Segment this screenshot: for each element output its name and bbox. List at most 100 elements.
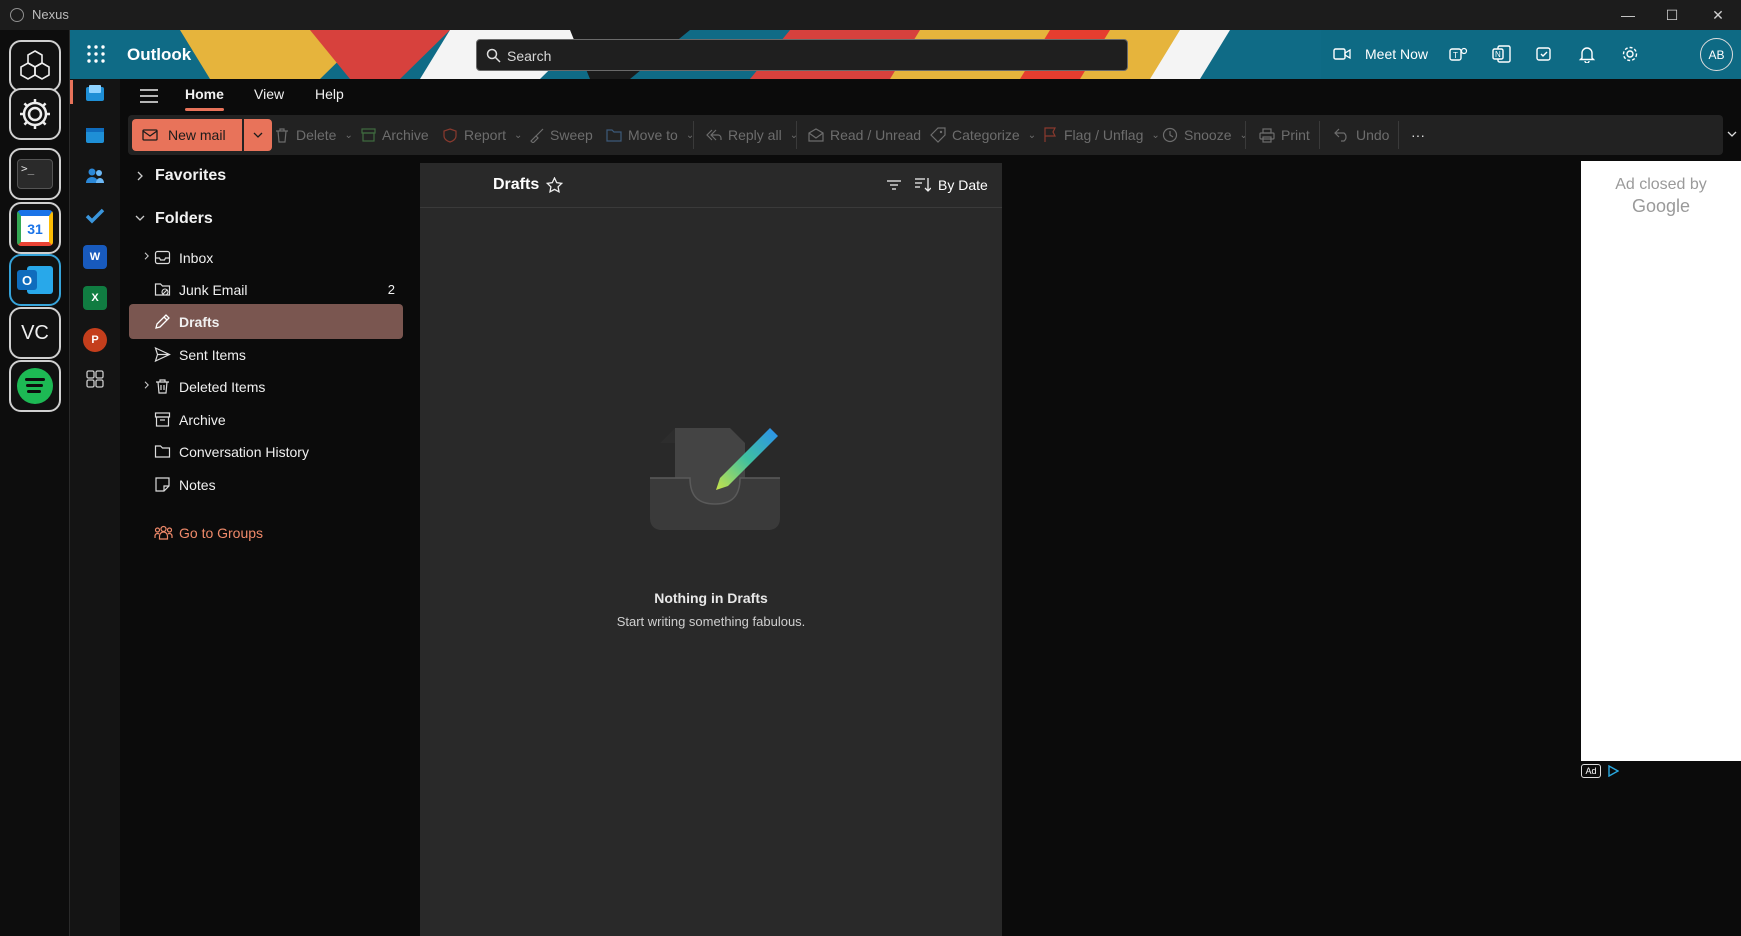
ad-panel: Ad closed by Google bbox=[1581, 161, 1741, 761]
junk-folder-icon bbox=[154, 283, 171, 296]
spotify-icon[interactable] bbox=[9, 360, 61, 412]
tab-help[interactable]: Help bbox=[315, 86, 344, 102]
app-launcher-waffle-icon[interactable] bbox=[86, 44, 106, 64]
read-unread-button[interactable]: Read / Unread bbox=[808, 123, 921, 147]
maximize-button[interactable]: ☐ bbox=[1649, 0, 1695, 30]
flag-unflag-label: Flag / Unflag bbox=[1064, 127, 1144, 143]
empty-state-subtitle: Start writing something fabulous. bbox=[616, 614, 806, 629]
chevron-down-icon bbox=[253, 132, 263, 138]
folder-deleted-items[interactable]: Deleted Items bbox=[129, 369, 403, 404]
user-avatar[interactable]: AB bbox=[1700, 38, 1733, 71]
pencil-icon bbox=[155, 314, 170, 329]
reply-all-button[interactable]: Reply all ⌄ bbox=[706, 123, 798, 147]
archive-icon bbox=[360, 127, 376, 143]
folders-header[interactable]: Folders bbox=[155, 210, 213, 228]
folder-move-icon bbox=[606, 127, 622, 143]
undo-button[interactable]: Undo bbox=[1334, 123, 1389, 147]
undo-label: Undo bbox=[1356, 127, 1390, 143]
rail-active-indicator bbox=[70, 80, 73, 104]
go-to-groups-link[interactable]: Go to Groups bbox=[129, 515, 403, 550]
terminal-icon[interactable]: >_ bbox=[9, 148, 61, 200]
shield-warning-icon bbox=[442, 127, 458, 143]
mail-icon[interactable] bbox=[83, 81, 107, 105]
notifications-bell-icon[interactable] bbox=[1578, 42, 1596, 66]
folder-notes[interactable]: Notes bbox=[129, 467, 403, 502]
window-title: Nexus bbox=[32, 7, 69, 22]
empty-drafts-illustration bbox=[650, 428, 780, 530]
tag-icon bbox=[930, 127, 946, 143]
calendar-icon[interactable] bbox=[83, 123, 107, 147]
settings-icon[interactable] bbox=[1621, 42, 1639, 66]
ribbon-divider bbox=[1319, 121, 1320, 149]
chevron-down-icon[interactable] bbox=[135, 215, 145, 222]
categorize-button[interactable]: Categorize ⌄ bbox=[930, 123, 1036, 147]
delete-button[interactable]: Delete ⌄ bbox=[274, 123, 353, 147]
folder-archive[interactable]: Archive bbox=[129, 402, 403, 437]
my-day-icon[interactable] bbox=[1535, 42, 1553, 66]
report-label: Report bbox=[464, 127, 507, 143]
powerpoint-icon[interactable]: P bbox=[83, 328, 107, 352]
trash-icon bbox=[274, 127, 290, 143]
new-mail-dropdown-button[interactable] bbox=[244, 119, 272, 151]
sort-by-date-button[interactable]: By Date bbox=[938, 177, 988, 193]
ribbon-divider bbox=[796, 121, 797, 149]
hexagon-app-icon[interactable] bbox=[9, 40, 61, 92]
flag-unflag-button[interactable]: Flag / Unflag ⌄ bbox=[1042, 123, 1160, 147]
tab-view[interactable]: View bbox=[254, 86, 284, 102]
reply-all-label: Reply all bbox=[728, 127, 782, 143]
word-icon[interactable]: W bbox=[83, 245, 107, 269]
video-camera-icon bbox=[1333, 48, 1351, 60]
more-options-button[interactable]: ··· bbox=[1411, 123, 1425, 147]
todo-check-icon[interactable] bbox=[83, 204, 107, 228]
onenote-icon[interactable]: N bbox=[1492, 42, 1512, 66]
new-mail-button[interactable]: New mail bbox=[132, 119, 242, 151]
inbox-icon bbox=[154, 250, 171, 265]
sweep-button[interactable]: Sweep bbox=[528, 123, 593, 147]
folder-sent-items[interactable]: Sent Items bbox=[129, 337, 403, 372]
folder-inbox[interactable]: Inbox bbox=[129, 240, 403, 275]
search-input[interactable]: Search bbox=[476, 39, 1128, 71]
unread-count-badge: 2 bbox=[387, 282, 395, 297]
send-icon bbox=[154, 346, 171, 363]
people-icon[interactable] bbox=[83, 164, 107, 188]
app-name[interactable]: Outlook bbox=[127, 45, 191, 65]
teams-icon[interactable]: T bbox=[1448, 42, 1468, 66]
meet-now-button[interactable]: Meet Now bbox=[1333, 42, 1428, 66]
ad-badge[interactable]: Ad bbox=[1581, 764, 1601, 778]
outlook-app-icon[interactable]: O bbox=[9, 254, 61, 306]
close-window-button[interactable]: ✕ bbox=[1695, 0, 1741, 30]
message-list-header: Drafts By Date bbox=[420, 163, 1002, 208]
move-to-button[interactable]: Move to ⌄ bbox=[606, 123, 694, 147]
favorite-star-icon[interactable] bbox=[546, 177, 563, 193]
folder-title: Drafts bbox=[493, 176, 540, 193]
minimize-button[interactable]: — bbox=[1605, 0, 1651, 30]
archive-button[interactable]: Archive bbox=[360, 123, 429, 147]
tab-home-underline bbox=[185, 108, 224, 111]
archive-icon bbox=[154, 412, 171, 427]
sweep-label: Sweep bbox=[550, 127, 593, 143]
sort-icon[interactable] bbox=[915, 177, 931, 193]
excel-icon[interactable]: X bbox=[83, 286, 107, 310]
chevron-right-icon[interactable] bbox=[143, 381, 151, 389]
chevron-right-icon[interactable] bbox=[137, 171, 144, 181]
ribbon-toolbar: New mail Delete ⌄ Archive Report ⌄ Sweep M… bbox=[128, 115, 1723, 155]
snooze-button[interactable]: Snooze ⌄ bbox=[1162, 123, 1248, 147]
chevron-right-icon[interactable] bbox=[143, 252, 151, 260]
folder-conversation-history[interactable]: Conversation History bbox=[129, 434, 403, 469]
hamburger-menu-icon[interactable] bbox=[140, 89, 158, 103]
adchoices-icon[interactable] bbox=[1607, 765, 1619, 777]
tab-home[interactable]: Home bbox=[185, 86, 224, 102]
report-button[interactable]: Report ⌄ bbox=[442, 123, 522, 147]
more-apps-icon[interactable] bbox=[83, 367, 107, 391]
settings-gear-icon[interactable] bbox=[9, 88, 61, 140]
folder-drafts[interactable]: Drafts bbox=[129, 304, 403, 339]
google-calendar-icon[interactable]: 31 bbox=[9, 202, 61, 254]
folder-junk-email[interactable]: Junk Email 2 bbox=[129, 272, 403, 307]
outlook-header: Outlook Search Meet Now T N AB bbox=[70, 30, 1741, 79]
favorites-header[interactable]: Favorites bbox=[155, 167, 226, 185]
print-button[interactable]: Print bbox=[1259, 123, 1310, 147]
ribbon-expand-chevron-icon[interactable] bbox=[1727, 131, 1737, 138]
vc-app-icon[interactable]: VC bbox=[9, 307, 61, 359]
filter-icon[interactable] bbox=[887, 180, 901, 190]
more-options-label: ··· bbox=[1411, 127, 1425, 143]
